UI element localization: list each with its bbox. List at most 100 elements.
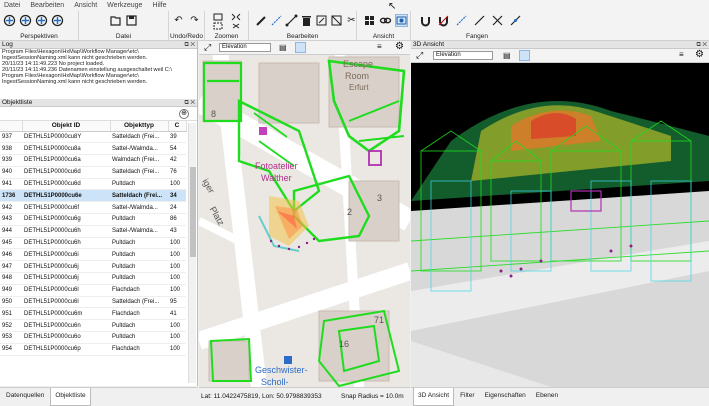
perspective-icon[interactable]: [51, 14, 64, 27]
grid-view-icon[interactable]: [363, 14, 376, 27]
objekttyp-cell: Flachdach: [110, 284, 168, 297]
table-row[interactable]: 1736 DETHL51P0000cu6e Satteldach (Frei... 3…: [0, 189, 186, 203]
menu-bearbeiten[interactable]: Bearbeiten: [30, 2, 64, 9]
split-icon[interactable]: [330, 14, 343, 27]
objekt-id-cell: DETHL51P0000cu6j: [22, 260, 110, 274]
link-icon[interactable]: [379, 14, 392, 27]
move-icon[interactable]: [285, 14, 298, 27]
objekttyp-cell: Pultdach: [110, 237, 168, 250]
expand-icon[interactable]: ⤢: [416, 50, 423, 61]
panel-float-close-icon[interactable]: ⧉ ✕: [696, 41, 707, 49]
layers-icon[interactable]: ▤: [503, 51, 511, 60]
delete-icon[interactable]: [300, 14, 313, 27]
zoom-reset-icon[interactable]: [229, 22, 242, 30]
log-line: IngestSessionNaming.xml kann nicht gesch…: [2, 79, 148, 86]
perspective-icon[interactable]: [19, 14, 32, 27]
camera-sync-icon[interactable]: [295, 42, 306, 53]
snap-magnet-icon[interactable]: [419, 14, 432, 27]
3d-render-dropdown[interactable]: Elevation: [433, 51, 493, 60]
menu-hilfe[interactable]: Hilfe: [152, 2, 166, 9]
tab-eigenschaften[interactable]: Eigenschaften: [481, 388, 530, 406]
tab-filter[interactable]: Filter: [456, 388, 478, 406]
panel-float-close-icon[interactable]: ⧉ ✕: [184, 99, 195, 107]
column-header[interactable]: [0, 121, 23, 132]
table-row[interactable]: 941 DETHL51P0000cu6d Pultdach 100: [0, 178, 186, 191]
table-row[interactable]: 939 DETHL51P0000cu6a Walmdach (Frei... 42: [0, 154, 186, 167]
expand-icon[interactable]: ⤢: [204, 42, 211, 53]
toolbar-group-fangen: Fangen: [411, 11, 543, 41]
table-row[interactable]: 940 DETHL51P0000cu6d Satteldach (Frei... 76: [0, 166, 186, 179]
table-row[interactable]: 953 DETHL51P0000cu6o Pultdach 100: [0, 331, 186, 344]
row-index: 947: [0, 260, 22, 274]
snap-magnet-off-icon[interactable]: [437, 14, 450, 27]
add-filter-button[interactable]: ⊕: [179, 109, 189, 119]
column-header-c[interactable]: C: [168, 121, 187, 132]
snap-cross-icon[interactable]: [491, 14, 504, 27]
objekt-id-cell: DETHL51P0000cu6h: [22, 237, 110, 250]
tab-datenquellen[interactable]: Datenquellen: [2, 388, 48, 406]
table-row[interactable]: 947 DETHL51P0000cu6j Pultdach 100: [0, 260, 186, 274]
menu-werkzeuge[interactable]: Werkzeuge: [107, 2, 142, 9]
table-row[interactable]: 942 DETHL51P0000cu6f Sattel-/Walmda... 24: [0, 201, 186, 215]
save-icon[interactable]: [125, 14, 138, 27]
open-file-icon[interactable]: [109, 14, 122, 27]
tab-3d-ansicht[interactable]: 3D Ansicht: [413, 388, 455, 406]
list-icon[interactable]: ≡: [377, 42, 382, 51]
column-header-objekt-id[interactable]: Objekt ID: [22, 121, 111, 132]
perspective-icon[interactable]: [3, 14, 16, 27]
table-row[interactable]: 946 DETHL51P0000cu6i Pultdach 100: [0, 248, 186, 262]
zoom-fit-icon[interactable]: [229, 13, 242, 21]
camera-sync-icon[interactable]: [519, 50, 530, 61]
list-icon[interactable]: ≡: [679, 50, 684, 59]
map-2d-view[interactable]: Escape Room Erfurt Fotoatelier Walther i…: [199, 41, 410, 387]
c-cell: 24: [168, 201, 186, 215]
table-row[interactable]: 944 DETHL51P0000cu6h Sattel-/Walmda... 43: [0, 225, 186, 238]
toolbar-group-label: Zoomen: [214, 33, 239, 40]
map-render-dropdown[interactable]: Elevation: [219, 43, 271, 52]
perspective-icon[interactable]: [35, 14, 48, 27]
undo-icon[interactable]: ↶: [172, 14, 185, 27]
row-index: 945: [0, 237, 22, 250]
layers-icon[interactable]: ▤: [279, 43, 287, 52]
objekt-id-cell: DETHL51P0000cu6i: [22, 248, 110, 262]
table-row[interactable]: 945 DETHL51P0000cu6h Pultdach 100: [0, 237, 186, 250]
c-cell: 86: [168, 213, 186, 226]
menu-ansicht[interactable]: Ansicht: [74, 2, 97, 9]
table-row[interactable]: 950 DETHL51P0000cu6l Satteldach (Frei... 95: [0, 296, 186, 309]
zoom-extent-icon[interactable]: [211, 13, 224, 21]
table-row[interactable]: 948 DETHL51P0000cu6j Pultdach 100: [0, 272, 186, 285]
table-row[interactable]: 954 DETHL51P0000cu6p Flachdach 100: [0, 343, 186, 356]
objekt-id-cell: DETHL51P0000cu6g: [22, 213, 110, 226]
pen-icon[interactable]: [255, 14, 268, 27]
map-canvas[interactable]: [199, 41, 410, 387]
column-header-objekttyp[interactable]: Objekttyp: [110, 121, 169, 132]
edit-icon[interactable]: [315, 14, 328, 27]
gear-icon[interactable]: ⚙: [395, 41, 404, 52]
snap-line-icon[interactable]: [473, 14, 486, 27]
camera-icon[interactable]: [395, 14, 408, 27]
redo-icon[interactable]: ↷: [188, 14, 201, 27]
snap-line-icon[interactable]: [455, 14, 468, 27]
tab-ebenen[interactable]: Ebenen: [532, 388, 562, 406]
scrollbar-thumb[interactable]: [190, 167, 196, 257]
table-row[interactable]: 938 DETHL51P0000cu8a Sattel-/Walmda... 54: [0, 142, 186, 156]
table-row[interactable]: 952 DETHL51P0000cu6n Pultdach 100: [0, 319, 186, 333]
panel-float-close-icon[interactable]: ⧉ ✕: [184, 41, 195, 49]
row-index: 951: [0, 307, 22, 321]
table-row[interactable]: 949 DETHL51P0000cu6l Flachdach 100: [0, 284, 186, 297]
snap-segment-icon[interactable]: [509, 14, 522, 27]
menu-datei[interactable]: Datei: [4, 2, 20, 9]
c-cell: 100: [168, 178, 186, 191]
line-icon[interactable]: [270, 14, 283, 27]
table-row[interactable]: 951 DETHL51P0000cu6m Flachdach 41: [0, 307, 186, 321]
objekttyp-cell: Satteldach (Frei...: [110, 189, 168, 203]
table-row[interactable]: 937 DETHL51P0000cu8Y Satteldach (Frei... 39: [0, 131, 186, 144]
3d-canvas[interactable]: [411, 41, 709, 387]
objektliste-scrollbar[interactable]: [188, 123, 196, 383]
objekttyp-cell: Sattel-/Walmda...: [110, 142, 168, 156]
gear-icon[interactable]: ⚙: [695, 49, 704, 60]
table-row[interactable]: 943 DETHL51P0000cu6g Pultdach 86: [0, 213, 186, 226]
tab-objektliste[interactable]: Objektliste: [50, 388, 91, 406]
view-3d[interactable]: [411, 41, 709, 387]
zoom-selection-icon[interactable]: [211, 22, 224, 30]
